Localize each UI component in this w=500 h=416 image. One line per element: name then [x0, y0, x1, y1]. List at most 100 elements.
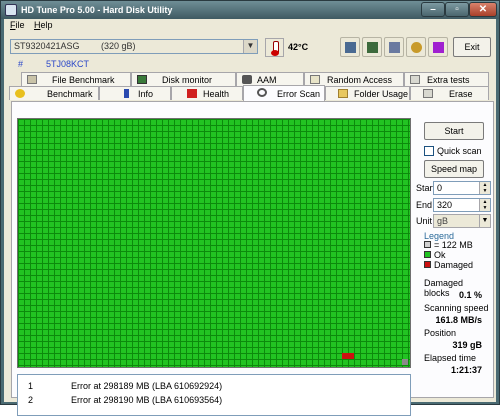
scanning-speed-value: 161.8 MB/s: [435, 315, 482, 325]
end-field[interactable]: 320 ▲ ▼: [433, 198, 491, 212]
client-area: File Help ST9320421ASG (320 gB) ▼ 42°C E…: [4, 19, 496, 416]
damaged-blocks-value: 0.1 %: [458, 290, 482, 300]
tab-info[interactable]: Info: [99, 86, 171, 100]
error-list[interactable]: 1 Error at 298189 MB (LBA 610692924) 2 E…: [17, 374, 411, 416]
tab-erase[interactable]: Erase: [410, 86, 489, 100]
scan-controls: Start Quick scan Speed map Start 0 ▲ ▼ En…: [416, 118, 491, 398]
minimize-button[interactable]: –: [421, 2, 445, 17]
tab-extra-tests[interactable]: Extra tests: [404, 72, 489, 86]
error-message: Error at 298190 MB (LBA 610693564): [71, 395, 223, 405]
tab-aam[interactable]: AAM: [236, 72, 304, 86]
tab-label: Extra tests: [427, 75, 470, 85]
speed-map-button[interactable]: Speed map: [424, 160, 484, 178]
random-access-icon: [310, 75, 320, 84]
copy-screenshot-button[interactable]: [362, 37, 382, 57]
maximize-button[interactable]: ▫: [445, 2, 469, 17]
save-icon: [389, 42, 400, 53]
start-field[interactable]: 0 ▲ ▼: [433, 181, 491, 195]
drive-name: ST9320421ASG: [14, 41, 80, 51]
disk-monitor-icon: [137, 75, 147, 84]
app-window: HD Tune Pro 5.00 - Hard Disk Utility – ▫…: [0, 0, 500, 416]
temperature-readout: 42°C: [288, 42, 309, 52]
damaged-block: [342, 353, 354, 359]
extra-tests-icon: [410, 75, 420, 84]
tab-label: Erase: [449, 89, 473, 99]
tab-benchmark[interactable]: Benchmark: [9, 86, 99, 100]
start-button[interactable]: Start: [424, 122, 484, 140]
tab-file-benchmark[interactable]: File Benchmark: [21, 72, 131, 86]
tab-label: Error Scan: [277, 89, 321, 99]
drive-info-row: # 5TJ08KCT: [4, 59, 496, 71]
tab-disk-monitor[interactable]: Disk monitor: [131, 72, 236, 86]
close-button[interactable]: ✕: [469, 2, 497, 17]
error-number: 1: [28, 381, 34, 391]
list-item[interactable]: 2 Error at 298190 MB (LBA 610693564): [18, 395, 408, 407]
tab-label: Disk monitor: [162, 75, 213, 85]
tab-label: AAM: [257, 75, 277, 85]
erase-icon: [423, 89, 433, 98]
error-scan-panel: 1 Error at 298189 MB (LBA 610692924) 2 E…: [11, 101, 494, 416]
tab-label: Info: [138, 89, 154, 99]
list-item[interactable]: 1 Error at 298189 MB (LBA 610692924): [18, 381, 408, 393]
copy-icon: [345, 42, 356, 53]
quick-scan-checkbox[interactable]: [424, 146, 434, 156]
quick-scan-label: Quick scan: [437, 146, 482, 156]
options-icon: [411, 42, 422, 53]
chevron-down-icon[interactable]: ▼: [479, 215, 490, 227]
menu-help[interactable]: Help: [34, 20, 53, 30]
title-bar[interactable]: HD Tune Pro 5.00 - Hard Disk Utility – ▫…: [1, 1, 499, 19]
elapsed-time-value: 1:21:37: [450, 365, 482, 375]
block-map: [17, 118, 411, 368]
magnifier-icon: [257, 88, 267, 97]
tab-label: Health: [203, 89, 230, 99]
menu-bar: File Help: [4, 19, 496, 32]
hd-tune-app-icon: [5, 4, 17, 16]
scanning-speed-label: Scanning speed: [424, 303, 489, 313]
download-button[interactable]: [428, 37, 448, 57]
unscanned-block: [402, 359, 408, 365]
legend-swatch: [424, 251, 431, 258]
tab-error-scan[interactable]: Error Scan: [243, 85, 325, 101]
unit-value: gB: [437, 216, 449, 226]
toolbar: ST9320421ASG (320 gB) ▼ 42°C Exit: [4, 33, 496, 59]
tab-label: File Benchmark: [52, 75, 115, 85]
drive-size: (320 gB): [101, 41, 136, 51]
error-number: 2: [28, 395, 34, 405]
window-title: HD Tune Pro 5.00 - Hard Disk Utility: [21, 5, 173, 15]
spin-arrows-icon[interactable]: ▲ ▼: [479, 199, 490, 211]
chevron-down-icon[interactable]: ▼: [243, 40, 257, 53]
tab-label: Random Access: [327, 75, 393, 85]
tab-row-bottom: Benchmark Info Health Error Scan Folder …: [4, 85, 496, 101]
options-button[interactable]: [406, 37, 426, 57]
spin-arrows-icon[interactable]: ▲ ▼: [479, 182, 490, 194]
exit-button[interactable]: Exit: [453, 37, 491, 57]
health-cross-icon: [187, 89, 197, 98]
tab-row-top: File Benchmark Disk monitor AAM Random A…: [4, 72, 496, 86]
legend-label: Ok: [434, 250, 446, 260]
info-icon: [124, 89, 129, 98]
elapsed-time-label: Elapsed time: [424, 353, 477, 363]
end-label: End: [416, 200, 433, 210]
screenshot-icon: [367, 42, 378, 53]
benchmark-icon: [15, 89, 25, 98]
position-label: Position: [424, 328, 457, 338]
unit-label: Unit: [416, 216, 433, 226]
legend-swatch: [424, 261, 431, 268]
hash-label: #: [18, 59, 24, 69]
unit-select[interactable]: gB ▼: [433, 214, 491, 228]
copy-text-button[interactable]: [340, 37, 360, 57]
file-benchmark-icon: [27, 75, 37, 84]
legend-label: Damaged: [434, 260, 474, 270]
tab-health[interactable]: Health: [171, 86, 243, 100]
save-screenshot-button[interactable]: [384, 37, 404, 57]
block-grid: [18, 119, 410, 367]
start-value: 0: [437, 183, 443, 193]
tab-random-access[interactable]: Random Access: [304, 72, 404, 86]
tab-folder-usage[interactable]: Folder Usage: [325, 86, 410, 100]
folder-icon: [338, 89, 348, 98]
legend-swatch: [424, 241, 431, 248]
drive-select[interactable]: ST9320421ASG (320 gB) ▼: [10, 39, 258, 54]
menu-file[interactable]: File: [10, 20, 25, 30]
thermometer-icon: [265, 38, 284, 57]
legend-label: = 122 MB: [434, 240, 473, 250]
